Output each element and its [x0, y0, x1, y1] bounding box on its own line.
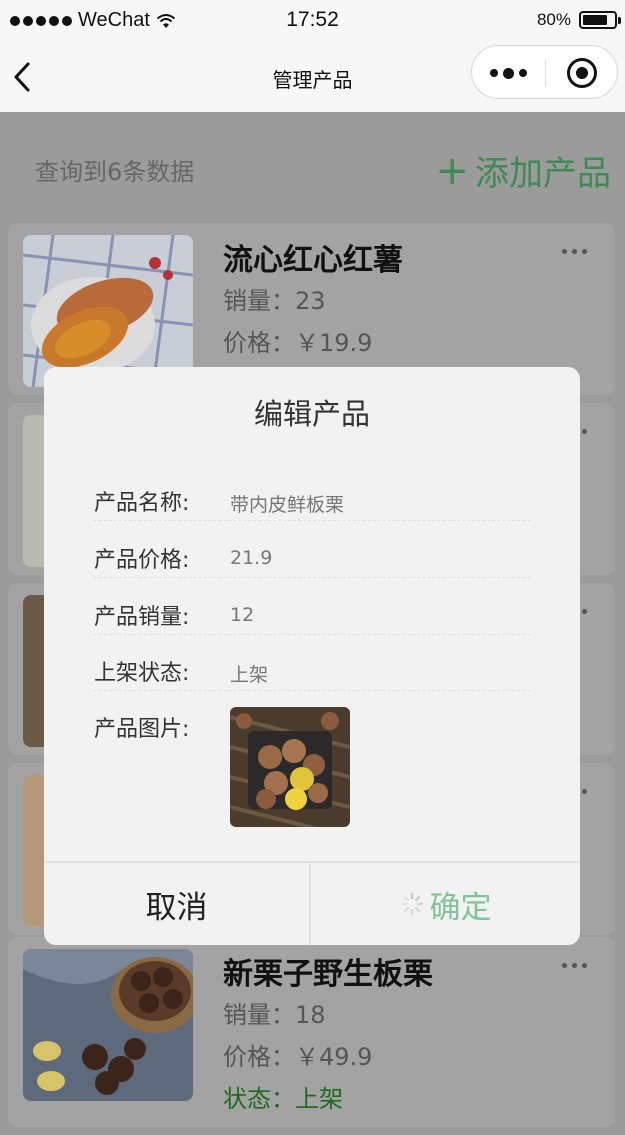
field-value[interactable]: 12	[230, 604, 254, 626]
dialog-title: 编辑产品	[253, 397, 370, 431]
mini-program-capsule	[471, 45, 618, 99]
product-card[interactable]: 新栗子野生板栗 销量：18 价格：￥49.9 状态：上架	[8, 937, 615, 1127]
nav-bar: 管理产品	[0, 42, 625, 112]
field-value[interactable]: 21.9	[230, 547, 272, 569]
product-image[interactable]	[230, 707, 350, 827]
target-icon[interactable]	[567, 58, 597, 88]
loading-spinner-icon	[400, 892, 423, 916]
cancel-button[interactable]: 取消	[44, 863, 311, 945]
product-sales: 销量：18	[223, 1001, 326, 1029]
status-bar: WeChat 17:52 80%	[0, 0, 625, 42]
add-product-button[interactable]: + 添加产品	[435, 146, 611, 195]
product-sales: 销量：23	[223, 287, 326, 315]
field-label: 产品销量:	[94, 605, 190, 630]
product-name: 新栗子野生板栗	[223, 957, 433, 992]
add-product-label: 添加产品	[475, 154, 611, 194]
product-thumbnail	[23, 235, 193, 387]
field-label: 产品名称:	[94, 491, 190, 516]
product-state: 状态：上架	[223, 1085, 343, 1113]
battery-icon	[579, 11, 621, 29]
field-label: 上架状态:	[94, 661, 190, 686]
status-time: 17:52	[286, 8, 339, 31]
product-name-field[interactable]: 产品名称: 带内皮鲜板栗	[94, 481, 530, 521]
product-price: 价格：￥49.9	[223, 1043, 373, 1071]
more-dots-icon[interactable]	[562, 963, 587, 968]
capsule-divider	[545, 60, 546, 86]
edit-product-dialog: 编辑产品 产品名称: 带内皮鲜板栗 产品价格: 21.9 产品销量: 12 上架…	[44, 367, 580, 945]
product-image-field: 产品图片:	[94, 707, 530, 837]
more-dots-icon[interactable]	[562, 249, 587, 254]
battery-area: 80%	[536, 10, 621, 30]
battery-percent: 80%	[536, 10, 571, 29]
product-thumbnail	[23, 949, 193, 1101]
product-name: 流心红心红薯	[223, 243, 403, 278]
more-dots-icon[interactable]	[472, 46, 545, 100]
plus-icon: +	[435, 147, 469, 194]
field-value[interactable]: 带内皮鲜板栗	[230, 490, 344, 517]
confirm-label: 确定	[429, 889, 492, 926]
product-sales-field[interactable]: 产品销量: 12	[94, 595, 530, 635]
product-price-field[interactable]: 产品价格: 21.9	[94, 538, 530, 578]
shelf-status-field[interactable]: 上架状态: 上架	[94, 651, 530, 691]
field-value[interactable]: 上架	[230, 660, 268, 687]
field-label: 产品图片:	[94, 717, 190, 742]
confirm-button[interactable]: 确定	[311, 863, 580, 945]
query-count-text: 查询到6条数据	[35, 158, 195, 186]
dialog-footer: 取消 确定	[44, 861, 580, 945]
product-price: 价格：￥19.9	[223, 329, 373, 357]
field-label: 产品价格:	[94, 548, 190, 573]
